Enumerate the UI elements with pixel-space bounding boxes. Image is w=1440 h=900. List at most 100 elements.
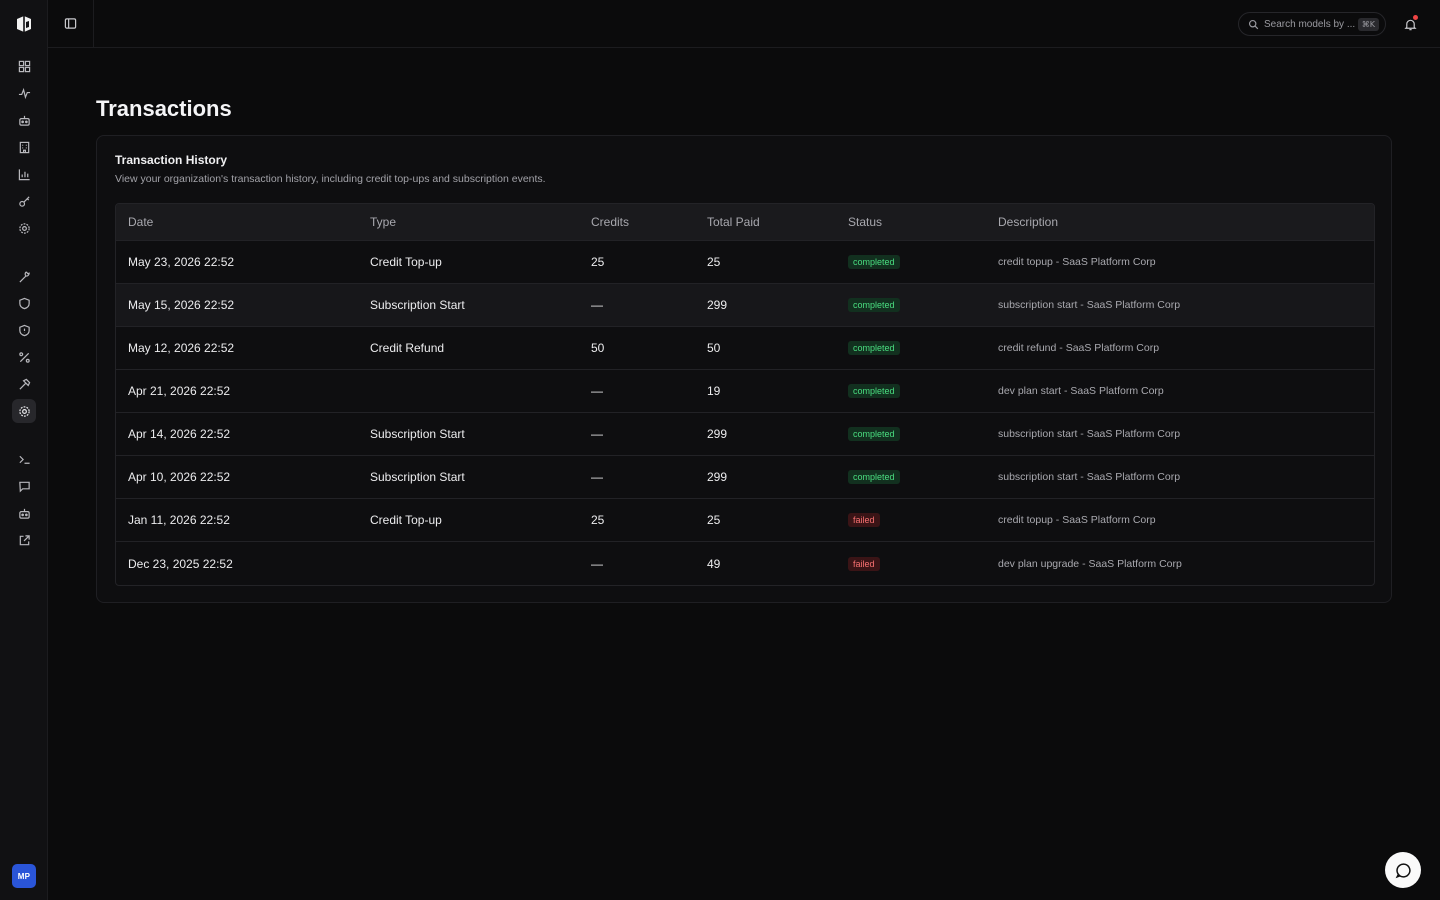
sidebar-item-discounts[interactable]: [12, 345, 36, 369]
status-cell: completed: [848, 284, 900, 326]
credits-cell: —: [591, 470, 603, 484]
user-avatar[interactable]: MP: [12, 864, 36, 888]
description-cell: dev plan upgrade - SaaS Platform Corp: [998, 557, 1182, 570]
column-header-date[interactable]: Date: [128, 204, 153, 240]
sidebar-item-guardrails[interactable]: [12, 318, 36, 342]
credits-cell: 25: [591, 513, 605, 527]
sidebar-item-billing-settings[interactable]: [12, 399, 36, 423]
transactions-table: Date Type Credits Total Paid Status Desc…: [115, 203, 1375, 586]
column-header-status[interactable]: Status: [848, 204, 882, 240]
percent-icon: [18, 351, 30, 363]
search-icon: [1248, 19, 1259, 29]
bot-icon: [18, 115, 30, 126]
sidebar-item-dashboard[interactable]: [12, 54, 36, 78]
date-cell: Apr 10, 2026 22:52: [128, 470, 231, 484]
status-badge: failed: [848, 556, 880, 571]
column-header-credits[interactable]: Credits: [591, 204, 629, 240]
sidebar-item-chat[interactable]: [12, 474, 36, 498]
table-header-row: Date Type Credits Total Paid Status Desc…: [116, 204, 1374, 241]
total-paid-cell: 299: [707, 298, 728, 312]
support-chat-button[interactable]: [1385, 852, 1421, 888]
date-cell: Apr 21, 2026 22:52: [128, 384, 231, 398]
description-cell: subscription start - SaaS Platform Corp: [998, 299, 1181, 311]
table-row[interactable]: May 15, 2026 22:52 Subscription Start — 299…: [116, 284, 1374, 327]
sidebar-item-tools[interactable]: [12, 264, 36, 288]
description-cell: credit topup - SaaS Platform Corp: [998, 514, 1156, 526]
total-paid-cell: 49: [707, 556, 721, 571]
total-paid-cell: 299: [707, 427, 728, 441]
credits-cell: —: [591, 384, 603, 398]
key-icon: [18, 195, 30, 207]
table-row[interactable]: Jan 11, 2026 22:52 Credit Top-up 25 25 faile…: [116, 499, 1374, 542]
dashboard-icon: [18, 60, 30, 72]
status-cell: failed: [848, 499, 880, 541]
shield-alert-icon: [18, 324, 30, 336]
total-paid-cell: 25: [707, 513, 721, 527]
sidebar-item-api-keys[interactable]: [12, 189, 36, 213]
status-cell: completed: [848, 327, 900, 369]
sidebar-item-organization[interactable]: [12, 135, 36, 159]
settings-icon: [18, 222, 30, 234]
top-bar: Search models by ... ⌘K: [48, 0, 1440, 48]
status-badge: completed: [848, 384, 900, 398]
transaction-history-card: Transaction History View your organizati…: [96, 135, 1392, 603]
status-badge: completed: [848, 470, 900, 484]
search-input[interactable]: Search models by ... ⌘K: [1238, 12, 1386, 36]
status-cell: completed: [848, 413, 900, 455]
panel-left-icon: [64, 18, 77, 29]
description-cell: dev plan start - SaaS Platform Corp: [998, 385, 1164, 397]
sidebar-item-analytics[interactable]: [12, 162, 36, 186]
total-paid-cell: 299: [707, 470, 728, 484]
card-title: Transaction History: [115, 153, 228, 167]
sidebar-toggle-button[interactable]: [48, 0, 94, 47]
search-shortcut-badge: ⌘K: [1357, 17, 1379, 31]
table-row[interactable]: Apr 14, 2026 22:52 Subscription Start — 299…: [116, 413, 1374, 456]
table-row[interactable]: Apr 10, 2026 22:52 Subscription Start — 299…: [116, 456, 1374, 499]
status-cell: failed: [848, 542, 880, 585]
sidebar-item-terminal[interactable]: [12, 447, 36, 471]
column-header-type[interactable]: Type: [370, 204, 396, 240]
sidebar-item-bots[interactable]: [12, 108, 36, 132]
date-cell: May 12, 2026 22:52: [128, 341, 235, 355]
description-cell: credit refund - SaaS Platform Corp: [998, 342, 1160, 354]
type-cell: Credit Refund: [370, 341, 445, 355]
table-row[interactable]: Dec 23, 2025 22:52 — 49 failed dev plan upgr…: [116, 542, 1374, 585]
description-cell: subscription start - SaaS Platform Corp: [998, 471, 1181, 483]
column-header-total-paid[interactable]: Total Paid: [707, 204, 760, 240]
sidebar-item-build[interactable]: [12, 372, 36, 396]
notifications-button[interactable]: [1398, 12, 1422, 36]
activity-icon: [18, 87, 30, 99]
sidebar-item-security[interactable]: [12, 291, 36, 315]
sidebar-item-activity[interactable]: [12, 81, 36, 105]
status-cell: completed: [848, 370, 900, 412]
wrench-icon: [18, 270, 30, 282]
app-logo-icon[interactable]: [13, 13, 35, 35]
message-icon: [18, 481, 30, 493]
table-row[interactable]: May 23, 2026 22:52 Credit Top-up 25 25 compl…: [116, 241, 1374, 284]
settings-icon: [18, 405, 30, 417]
type-cell: Subscription Start: [370, 427, 465, 441]
table-row[interactable]: May 12, 2026 22:52 Credit Refund 50 50 compl…: [116, 327, 1374, 370]
notification-dot: [1413, 15, 1418, 20]
bar-chart-icon: [18, 168, 30, 180]
type-cell: Subscription Start: [370, 470, 465, 484]
credits-cell: —: [591, 298, 603, 312]
building-icon: [19, 141, 29, 153]
table-row[interactable]: Apr 21, 2026 22:52 — 19 completed dev plan s…: [116, 370, 1374, 413]
column-header-description[interactable]: Description: [998, 204, 1058, 240]
page-title: Transactions: [96, 96, 232, 121]
description-cell: credit topup - SaaS Platform Corp: [998, 256, 1156, 268]
type-cell: Credit Top-up: [370, 255, 442, 269]
status-badge: failed: [848, 513, 880, 527]
sidebar-item-assistant[interactable]: [12, 501, 36, 525]
status-cell: completed: [848, 241, 900, 283]
date-cell: Jan 11, 2026 22:52: [128, 513, 230, 527]
date-cell: May 23, 2026 22:52: [128, 255, 235, 269]
terminal-icon: [18, 455, 30, 464]
date-cell: Apr 14, 2026 22:52: [128, 427, 231, 441]
shield-icon: [18, 297, 30, 309]
sidebar-item-settings[interactable]: [12, 216, 36, 240]
sidebar-item-external[interactable]: [12, 528, 36, 552]
total-paid-cell: 50: [707, 341, 721, 355]
status-cell: completed: [848, 456, 900, 498]
